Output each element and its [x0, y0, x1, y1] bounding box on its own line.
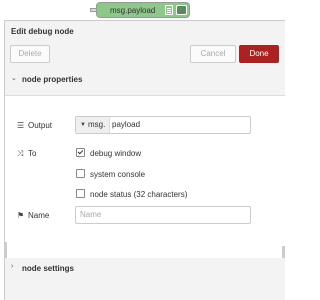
name-label-text: Name [28, 211, 50, 220]
output-type-label: msg. [88, 120, 106, 129]
name-input[interactable]: Name [75, 206, 251, 224]
chevron-right-icon: › [11, 263, 14, 270]
tray-header: Edit debug node Delete Cancel Done [5, 21, 285, 70]
edit-tray: Edit debug node Delete Cancel Done ⌄ nod… [4, 20, 285, 300]
chevron-down-icon: ⌄ [11, 75, 17, 82]
checkbox-label: node status (32 characters) [90, 190, 188, 199]
output-label-text: Output [28, 121, 53, 130]
to-label: ⤨ To [17, 149, 36, 159]
debug-toggle-button[interactable] [176, 5, 187, 15]
name-label: ⚑ Name [17, 211, 49, 220]
output-value[interactable]: payload [112, 117, 140, 133]
section-node-properties[interactable]: ⌄ node properties [5, 69, 285, 89]
cancel-button[interactable]: Cancel [190, 45, 236, 63]
output-type-select[interactable]: ▼ msg. [76, 117, 110, 133]
debug-list-icon [165, 5, 173, 15]
done-button[interactable]: Done [239, 45, 279, 63]
checkbox-debug-window[interactable]: debug window [76, 148, 141, 158]
list-icon: ☰ [17, 121, 25, 130]
node-preview-label: msg.payload [110, 6, 156, 15]
random-icon: ⤨ [17, 149, 24, 158]
checkbox-unchecked[interactable] [76, 189, 85, 198]
output-label: ☰ Output [17, 121, 52, 130]
checkbox-node-status[interactable]: node status (32 characters) [76, 189, 187, 199]
section-properties-label: node properties [22, 75, 83, 84]
checkbox-unchecked[interactable] [76, 169, 85, 178]
to-label-text: To [28, 149, 37, 158]
checkbox-label: system console [90, 170, 146, 179]
caret-down-icon: ▼ [80, 122, 86, 128]
delete-button[interactable]: Delete [10, 45, 50, 63]
checkbox-system-console[interactable]: system console [76, 169, 145, 179]
output-typed-input[interactable]: ▼ msg. payload [75, 116, 251, 134]
node-properties-panel: ☰ Output ▼ msg. payload ⤨ To debug window … [5, 95, 285, 276]
tray-title: Edit debug node [11, 27, 74, 36]
checkbox-label: debug window [90, 149, 142, 158]
section-node-settings[interactable]: › node settings [5, 258, 285, 278]
section-settings-label: node settings [22, 264, 75, 273]
checkbox-checked[interactable] [76, 148, 85, 157]
tag-icon: ⚑ [17, 211, 25, 220]
debug-node-preview: msg.payload [96, 2, 190, 18]
